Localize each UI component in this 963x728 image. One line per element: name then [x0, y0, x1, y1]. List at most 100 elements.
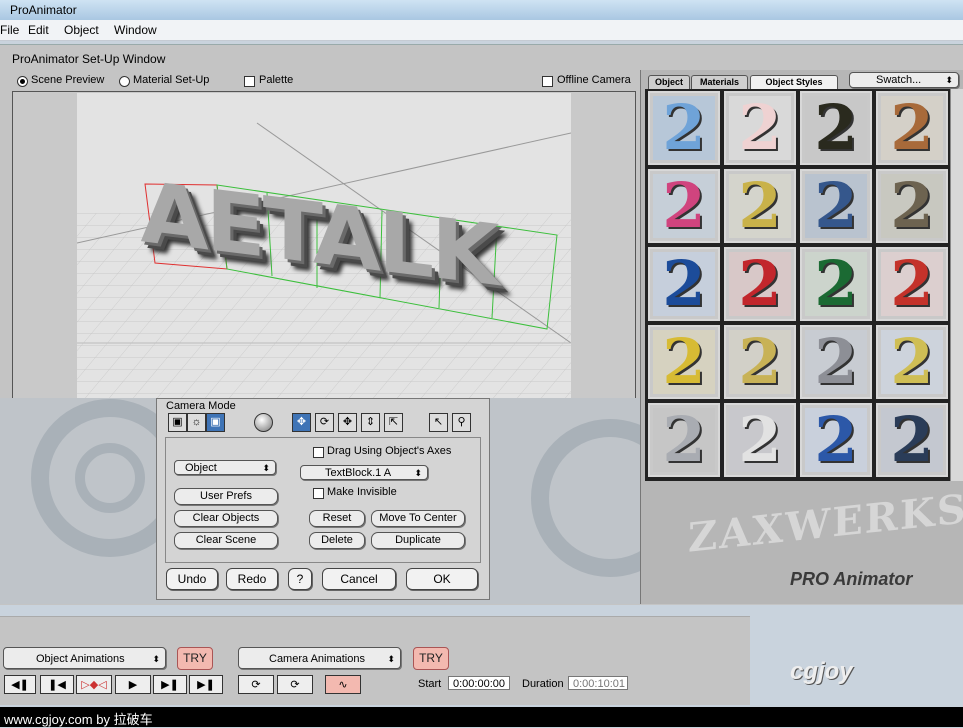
offline-camera-checkbox[interactable] [542, 76, 553, 87]
tab-object[interactable]: Object [648, 75, 690, 89]
textblock-popup[interactable]: TextBlock.1 A [300, 465, 428, 481]
style-glyph: 2 [881, 252, 943, 316]
step-forward-icon[interactable]: ▶❚ [153, 675, 187, 694]
magnifier-icon[interactable]: ⚲ [452, 413, 471, 432]
record-keyframe-icon[interactable]: ▷◆◁ [76, 675, 112, 694]
ok-button[interactable]: OK [406, 568, 478, 590]
style-glyph: 2 [805, 408, 867, 472]
style-swatch[interactable]: 2 [876, 403, 948, 477]
style-swatch[interactable]: 2 [648, 169, 720, 243]
loop-once-icon[interactable]: ⟳ [277, 675, 313, 694]
reset-button[interactable]: Reset [309, 510, 365, 527]
style-swatch[interactable]: 2 [648, 403, 720, 477]
style-swatch[interactable]: 2 [800, 169, 872, 243]
undo-button[interactable]: Undo [166, 568, 218, 590]
rotate-icon[interactable]: ⟳ [315, 413, 334, 432]
style-glyph: 2 [653, 408, 715, 472]
pointer-icon[interactable]: ↖ [429, 413, 448, 432]
style-glyph: 2 [881, 96, 943, 160]
style-swatch[interactable]: 2 [648, 247, 720, 321]
help-button[interactable]: ? [288, 568, 312, 590]
object-popup[interactable]: Object [174, 460, 276, 476]
menu-file[interactable]: File [0, 23, 19, 37]
style-glyph: 2 [653, 252, 715, 316]
object-animations-popup[interactable]: Object Animations [3, 647, 166, 670]
try-camera-button[interactable]: TRY [413, 647, 449, 670]
style-swatch[interactable]: 2 [876, 169, 948, 243]
light-icon[interactable]: ☼ [187, 413, 206, 432]
style-swatch[interactable]: 2 [876, 325, 948, 399]
style-glyph: 2 [729, 330, 791, 394]
offline-camera-label: Offline Camera [557, 74, 631, 86]
swatch-popup[interactable]: Swatch... [849, 72, 959, 88]
go-to-start-icon[interactable]: ◀❚ [4, 675, 36, 694]
start-field[interactable]: 0:00:00:00 [448, 676, 510, 690]
drag-axes-label: Drag Using Object's Axes [327, 445, 452, 457]
style-swatch[interactable]: 2 [724, 91, 796, 165]
style-glyph: 2 [881, 330, 943, 394]
move-to-center-button[interactable]: Move To Center [371, 510, 465, 527]
move-icon[interactable]: ✥ [292, 413, 311, 432]
clear-scene-button[interactable]: Clear Scene [174, 532, 278, 549]
step-back-icon[interactable]: ❚◀ [40, 675, 74, 694]
style-glyph: 2 [881, 174, 943, 238]
duplicate-button[interactable]: Duplicate [371, 532, 465, 549]
style-glyph: 2 [881, 408, 943, 472]
tab-materials[interactable]: Materials [691, 75, 748, 89]
cancel-button[interactable]: Cancel [322, 568, 396, 590]
style-glyph: 2 [729, 174, 791, 238]
start-label: Start [418, 678, 442, 690]
depth-icon[interactable]: ⇕ [361, 413, 380, 432]
style-swatch[interactable]: 2 [648, 325, 720, 399]
style-glyph: 2 [805, 96, 867, 160]
delete-button[interactable]: Delete [309, 532, 365, 549]
duration-field[interactable]: 0:00:10:01 [568, 676, 628, 690]
style-swatch[interactable]: 2 [876, 91, 948, 165]
style-swatch[interactable]: 2 [724, 169, 796, 243]
style-swatch[interactable]: 2 [648, 91, 720, 165]
object-styles-grid: 2 2 2 2 2 2 2 2 2 2 2 2 2 2 2 2 2 2 2 2 [645, 89, 950, 481]
menu-edit[interactable]: Edit [28, 23, 49, 37]
play-icon[interactable]: ▶ [115, 675, 151, 694]
style-swatch[interactable]: 2 [800, 403, 872, 477]
go-to-end-icon[interactable]: ▶❚ [189, 675, 223, 694]
style-glyph: 2 [805, 252, 867, 316]
tab-object-styles[interactable]: Object Styles [750, 75, 838, 89]
style-glyph: 2 [729, 252, 791, 316]
sphere-icon[interactable] [254, 413, 273, 432]
loop-icon[interactable]: ⟳ [238, 675, 274, 694]
footer-text: www.cgjoy.com by 拉破车 [4, 712, 153, 727]
style-swatch[interactable]: 2 [724, 325, 796, 399]
camera-animations-popup[interactable]: Camera Animations [238, 647, 401, 670]
scene-preview-radio[interactable] [17, 76, 28, 87]
scene-floor: AETALK [77, 93, 571, 398]
style-swatch[interactable]: 2 [800, 247, 872, 321]
user-prefs-button[interactable]: User Prefs [174, 488, 278, 505]
make-invisible-label: Make Invisible [327, 486, 397, 498]
material-setup-radio[interactable] [119, 76, 130, 87]
make-invisible-checkbox[interactable] [313, 488, 324, 499]
menu-window[interactable]: Window [114, 23, 157, 37]
style-swatch[interactable]: 2 [800, 91, 872, 165]
try-object-button[interactable]: TRY [177, 647, 213, 670]
menu-object[interactable]: Object [64, 23, 99, 37]
style-swatch[interactable]: 2 [800, 325, 872, 399]
style-swatch[interactable]: 2 [876, 247, 948, 321]
style-swatch[interactable]: 2 [724, 403, 796, 477]
object-cube-icon[interactable]: ▣ [206, 413, 225, 432]
redo-button[interactable]: Redo [226, 568, 278, 590]
camera-icon[interactable]: ▣ [168, 413, 187, 432]
pan-icon[interactable]: ✥ [338, 413, 357, 432]
scale-icon[interactable]: ⇱ [384, 413, 403, 432]
styles-scrollbar[interactable] [950, 89, 963, 481]
style-glyph: 2 [653, 174, 715, 238]
style-swatch[interactable]: 2 [724, 247, 796, 321]
pro-animator-logo: PRO Animator [790, 569, 913, 589]
drag-axes-checkbox[interactable] [313, 447, 324, 458]
palette-checkbox[interactable] [244, 76, 255, 87]
scene-preview-viewport[interactable]: AETALK [12, 91, 636, 401]
clear-objects-button[interactable]: Clear Objects [174, 510, 278, 527]
graph-icon[interactable]: ∿ [325, 675, 361, 694]
camera-mode-title: Camera Mode [166, 400, 236, 412]
style-glyph: 2 [805, 174, 867, 238]
